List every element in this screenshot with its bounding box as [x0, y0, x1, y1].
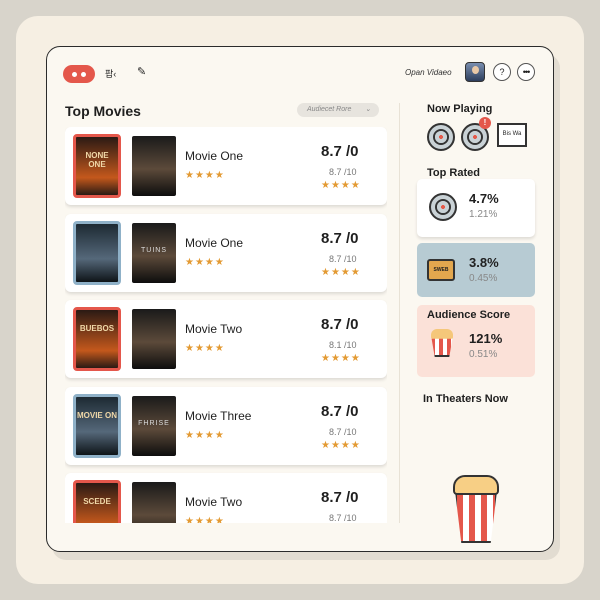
- movie-score: 8.7 /0: [321, 316, 359, 333]
- movie-poster[interactable]: MOVIE ON: [73, 393, 121, 458]
- clapperboard-icon[interactable]: Bis Wa: [497, 123, 527, 147]
- help-button[interactable]: ?: [493, 63, 511, 81]
- app-window: 팝‹ ✎ Opan Vidaeo ? ••• Top Movies Audiec…: [46, 46, 554, 552]
- notification-badge: !: [479, 117, 491, 129]
- movie-poster[interactable]: NONE ONE: [73, 134, 121, 198]
- poster-title: MOVIE ON: [76, 410, 117, 420]
- movie-still[interactable]: FHRISE: [132, 395, 176, 456]
- top-rated-card[interactable]: 4.7% 1.21%: [417, 179, 535, 237]
- movie-subscore: 8.7 /10: [329, 513, 357, 523]
- star-rating-right: ★★★★: [321, 180, 361, 191]
- film-reel-icon[interactable]: [427, 123, 455, 151]
- more-button[interactable]: •••: [517, 63, 535, 81]
- star-rating-right: ★★★★: [321, 353, 361, 364]
- reel-logo-icon[interactable]: [63, 65, 95, 83]
- top-rated-value: 4.7%: [469, 191, 499, 206]
- movie-poster[interactable]: [73, 220, 121, 285]
- sort-dropdown[interactable]: Audiecet Rore ⌄: [297, 103, 379, 117]
- ticket-stat-card[interactable]: SWEB 3.8% 0.45%: [417, 243, 535, 297]
- popcorn-bucket-box: [455, 491, 497, 543]
- movie-title[interactable]: Movie Three: [185, 409, 251, 423]
- movie-score: 8.7 /0: [321, 229, 359, 247]
- top-rated-title: Top Rated: [427, 167, 480, 179]
- movie-card[interactable]: BUEBOS Movie Two ★★★★ 8.7 /0 8.1 /10 ★★★…: [65, 300, 387, 378]
- movie-subscore: 8.7 /10: [329, 253, 357, 264]
- now-playing-icons: ! Bis Wa: [427, 117, 537, 153]
- page-title: Top Movies: [65, 103, 141, 119]
- in-theaters-title: In Theaters Now: [423, 393, 508, 405]
- audience-value: 121%: [469, 331, 503, 346]
- movie-card[interactable]: MOVIE ON FHRISE Movie Three ★★★★ 8.7 /0 …: [65, 386, 387, 465]
- audience-score-title: Audience Score: [427, 309, 511, 321]
- movie-card[interactable]: SCEDE Movie Two ★★★★ 8.7 /0 8.7 /10 ★★★★: [65, 473, 387, 523]
- star-rating: ★★★★: [185, 343, 225, 354]
- movie-subscore: 8.7 /10: [329, 426, 357, 437]
- still-title: FHRISE: [138, 419, 170, 427]
- movie-still[interactable]: [132, 136, 176, 196]
- movie-poster[interactable]: BUEBOS: [73, 307, 121, 371]
- avatar[interactable]: [465, 62, 485, 82]
- movie-still[interactable]: [132, 309, 176, 369]
- movie-subscore: 8.7 /10: [329, 167, 357, 177]
- movie-title[interactable]: Movie One: [185, 149, 243, 163]
- edit-icon[interactable]: ✎: [137, 65, 146, 78]
- ticket-sub: 0.45%: [469, 273, 498, 284]
- star-rating: ★★★★: [185, 256, 225, 268]
- ticket-icon: SWEB: [427, 259, 455, 281]
- sort-label: Audiecet Rore: [307, 106, 352, 113]
- star-rating: ★★★★: [185, 170, 225, 181]
- poster-title: NONE ONE: [85, 151, 109, 169]
- star-rating: ★★★★: [185, 516, 225, 523]
- movie-still[interactable]: [132, 482, 176, 523]
- star-rating: ★★★★: [185, 429, 225, 441]
- movie-score: 8.7 /0: [321, 143, 359, 160]
- column-divider: [399, 103, 400, 523]
- movie-score: 8.7 /0: [321, 402, 359, 420]
- audience-sub: 0.51%: [469, 349, 498, 360]
- popcorn-bucket-icon: [453, 475, 499, 543]
- still-title: TUINS: [141, 246, 167, 254]
- poster-title: SCEDE: [83, 497, 111, 506]
- movie-title[interactable]: Movie Two: [185, 495, 242, 509]
- movie-title[interactable]: Movie One: [185, 236, 243, 250]
- now-playing-title: Now Playing: [427, 103, 493, 115]
- open-video-link[interactable]: Opan Vidaeo: [405, 68, 452, 77]
- movie-still[interactable]: TUINS: [132, 222, 176, 283]
- popcorn-icon: [431, 329, 453, 339]
- movie-title[interactable]: Movie Two: [185, 322, 242, 336]
- film-reel-icon: [429, 193, 457, 221]
- movie-card[interactable]: TUINS Movie One ★★★★ 8.7 /0 8.7 /10 ★★★★: [65, 213, 387, 292]
- poster-title: BUEBOS: [79, 324, 115, 333]
- popcorn-bucket-top: [453, 475, 499, 495]
- movie-list: NONE ONE Movie One ★★★★ 8.7 /0 8.7 /10 ★…: [65, 127, 387, 523]
- chevron-down-icon: ⌄: [365, 106, 371, 113]
- movie-score: 8.7 /0: [321, 489, 359, 506]
- star-rating-right: ★★★★: [321, 266, 361, 278]
- star-rating-right: ★★★★: [321, 439, 361, 451]
- movie-card[interactable]: NONE ONE Movie One ★★★★ 8.7 /0 8.7 /10 ★…: [65, 127, 387, 205]
- topbar-label[interactable]: 팝‹: [105, 67, 116, 80]
- top-bar: 팝‹ ✎ Opan Vidaeo ? •••: [47, 47, 553, 99]
- movie-poster[interactable]: SCEDE: [73, 480, 121, 523]
- movie-subscore: 8.1 /10: [329, 340, 357, 350]
- audience-score-card[interactable]: Audience Score 121% 0.51%: [417, 305, 535, 377]
- top-rated-sub: 1.21%: [469, 209, 498, 220]
- ticket-value: 3.8%: [469, 255, 499, 270]
